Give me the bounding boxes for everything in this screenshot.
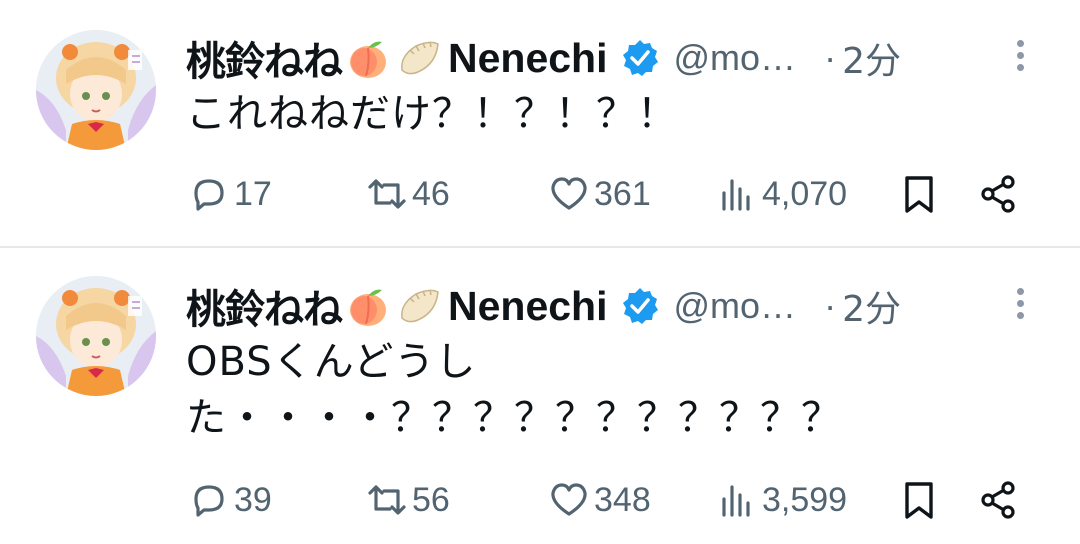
bookmark-button[interactable] <box>898 168 940 220</box>
views-button[interactable]: 3,599 <box>716 474 847 526</box>
retweet-icon <box>368 179 406 209</box>
verified-badge-icon <box>622 40 658 76</box>
author-name[interactable]: 桃鈴ねね <box>186 29 343 87</box>
more-icon[interactable] <box>1010 288 1030 324</box>
views-icon <box>722 179 750 211</box>
reply-button[interactable]: 39 <box>188 474 272 526</box>
view-count: 3,599 <box>762 480 848 519</box>
retweet-button[interactable]: 56 <box>366 474 450 526</box>
author-handle[interactable]: @mo… <box>674 37 797 79</box>
share-button[interactable] <box>978 168 1020 220</box>
peach-emoji <box>344 282 392 330</box>
views-button[interactable]: 4,070 <box>716 168 847 220</box>
like-button[interactable]: 348 <box>548 474 651 526</box>
like-count: 348 <box>594 480 651 519</box>
author-name-latin[interactable]: Nenechi <box>448 283 608 330</box>
share-button[interactable] <box>978 474 1020 526</box>
tweet-text-line: た・・・・？？？？？？？？？？？ <box>186 395 842 441</box>
author-name-latin[interactable]: Nenechi <box>448 35 608 82</box>
reply-count: 17 <box>234 174 272 213</box>
tweet-header: 桃鈴ねね Nenechi @mo… · 2分 <box>186 30 1066 86</box>
share-icon <box>981 175 1015 213</box>
separator-dot: · <box>824 285 837 326</box>
tweet-text: OBSくんどうし た・・・・？？？？？？？？？？？ <box>186 334 1046 446</box>
like-icon <box>551 177 587 210</box>
author-name[interactable]: 桃鈴ねね <box>186 277 343 335</box>
view-count: 4,070 <box>762 174 848 213</box>
retweet-count: 46 <box>412 174 450 213</box>
reply-button[interactable]: 17 <box>188 168 272 220</box>
more-icon[interactable] <box>1010 40 1030 76</box>
reply-icon <box>194 485 224 517</box>
reply-count: 39 <box>234 480 272 519</box>
tweet-actions: 39 56 348 3,599 <box>186 474 1036 526</box>
reply-icon <box>194 179 224 211</box>
share-icon <box>981 481 1015 519</box>
author-handle[interactable]: @mo… <box>674 285 797 327</box>
separator-dot: · <box>824 37 837 78</box>
retweet-icon <box>368 485 406 515</box>
like-icon <box>551 483 587 516</box>
like-button[interactable]: 361 <box>548 168 651 220</box>
peach-emoji <box>344 34 392 82</box>
tweet[interactable]: 桃鈴ねね Nenechi @mo… · <box>0 0 1080 246</box>
dumpling-emoji <box>396 282 444 330</box>
tweet-text-line: OBSくんどうし <box>186 339 477 385</box>
tweet-actions: 17 46 361 4,070 <box>186 168 1036 220</box>
retweet-button[interactable]: 46 <box>366 168 450 220</box>
tweet-text-line: これねねだけ？！？！？！ <box>186 91 678 137</box>
bookmark-icon <box>905 482 933 519</box>
tweet[interactable]: 桃鈴ねね Nenechi @mo… · <box>0 248 1080 544</box>
timestamp[interactable]: 2分 <box>842 280 901 332</box>
avatar[interactable] <box>36 276 156 396</box>
like-count: 361 <box>594 174 651 213</box>
views-icon <box>722 485 750 517</box>
timestamp[interactable]: 2分 <box>842 32 901 84</box>
tweet-header: 桃鈴ねね Nenechi @mo… · 2分 <box>186 278 1066 334</box>
bookmark-icon <box>905 176 933 213</box>
retweet-count: 56 <box>412 480 450 519</box>
avatar[interactable] <box>36 30 156 150</box>
bookmark-button[interactable] <box>898 474 940 526</box>
tweet-text: これねねだけ？！？！？！ <box>186 86 1046 142</box>
tweet-feed: 桃鈴ねね Nenechi @mo… · 2分 これねねだけ？！？！？！ 17 4… <box>0 0 1080 544</box>
dumpling-emoji <box>396 34 444 82</box>
verified-badge-icon <box>622 288 658 324</box>
